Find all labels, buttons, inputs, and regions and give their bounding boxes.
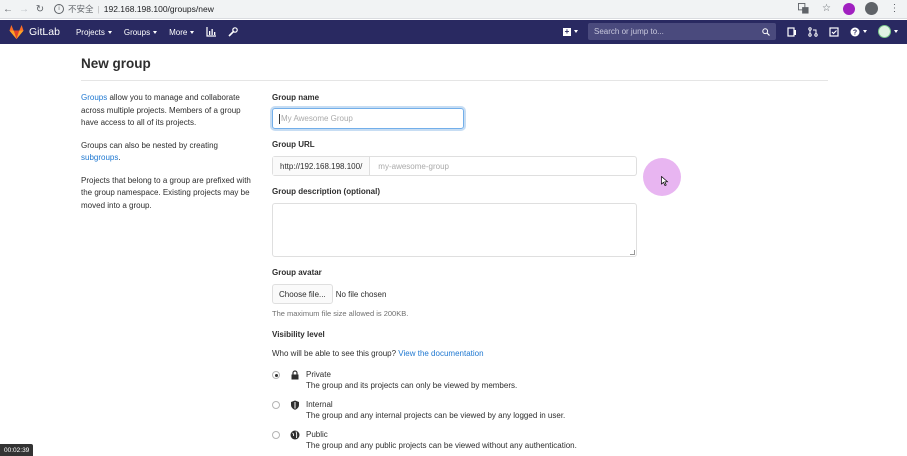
intro-text: Groups allow you to manage and collabora… — [81, 93, 251, 210]
tanuki-logo-icon — [9, 25, 24, 39]
translate-icon[interactable] — [797, 2, 810, 15]
group-name-input[interactable]: My Awesome Group — [272, 108, 464, 129]
description-label: Group description (optional) — [272, 187, 380, 196]
back-arrow-icon[interactable]: ← — [0, 4, 16, 15]
group-url-field: http://192.168.198.100/ my-awesome-group — [272, 156, 637, 176]
group-name-label: Group name — [272, 93, 320, 102]
chevron-down-icon — [894, 30, 898, 33]
private-radio[interactable] — [272, 371, 280, 379]
subgroups-link[interactable]: subgroups — [81, 153, 118, 162]
reload-icon[interactable]: ↻ — [32, 4, 48, 15]
brand-name: GitLab — [29, 26, 60, 38]
address-bar[interactable]: i 不安全 | 192.168.198.100/groups/new — [54, 3, 214, 15]
plus-icon: + — [563, 26, 571, 36]
internal-radio[interactable] — [272, 401, 280, 409]
user-menu[interactable] — [877, 25, 899, 38]
group-url-prefix: http://192.168.198.100/ — [273, 157, 371, 175]
gitlab-logo[interactable]: GitLab — [9, 25, 60, 39]
merge-requests-icon[interactable] — [807, 26, 818, 37]
chevron-down-icon — [190, 30, 195, 34]
profile-icon[interactable] — [865, 2, 878, 15]
groups-link[interactable]: Groups — [81, 93, 107, 102]
todos-icon[interactable] — [828, 26, 839, 37]
group-url-label: Group URL — [272, 140, 315, 149]
chevron-down-icon — [574, 30, 578, 33]
choose-file-button[interactable]: Choose file... — [272, 284, 333, 304]
recording-timer: 00:02:39 — [0, 444, 34, 456]
group-path-input[interactable]: my-awesome-group — [370, 157, 636, 175]
admin-wrench-icon[interactable] — [228, 27, 239, 37]
avatar-file-picker: Choose file... No file chosen — [272, 284, 386, 304]
visibility-question: Who will be able to see this group? View… — [272, 349, 484, 358]
public-radio[interactable] — [272, 431, 280, 439]
help-icon[interactable]: ? — [849, 26, 867, 37]
url-text[interactable]: 192.168.198.100/groups/new — [104, 4, 214, 14]
shield-icon — [291, 400, 299, 410]
resize-handle-icon[interactable] — [630, 250, 635, 255]
main-nav: Projects Groups More — [76, 27, 239, 37]
svg-text:?: ? — [852, 29, 856, 36]
avatar-label: Group avatar — [272, 268, 322, 277]
search-icon — [762, 27, 770, 36]
issues-icon[interactable] — [786, 26, 797, 37]
visibility-option-public[interactable]: Public The group and any public projects… — [272, 429, 577, 451]
lock-icon — [291, 370, 299, 380]
new-dropdown[interactable]: + — [563, 26, 578, 36]
avatar — [878, 25, 891, 38]
visibility-option-private[interactable]: Private The group and its projects can o… — [272, 369, 517, 391]
forward-arrow-icon[interactable]: → — [16, 4, 32, 15]
search-input[interactable]: Search or jump to... — [588, 23, 776, 40]
divider — [81, 80, 828, 81]
chevron-down-icon — [153, 30, 158, 34]
browser-toolbar: ← → ↻ i 不安全 | 192.168.198.100/groups/new… — [0, 0, 907, 19]
max-size-help: The maximum file size allowed is 200KB. — [272, 309, 409, 318]
security-label: 不安全 — [68, 4, 94, 14]
visibility-option-internal[interactable]: Internal The group and any internal proj… — [272, 399, 565, 421]
nav-projects[interactable]: Projects — [76, 28, 112, 37]
activity-chart-icon[interactable] — [206, 27, 217, 37]
gitlab-navbar: GitLab Projects Groups More + Search or … — [0, 20, 907, 44]
documentation-link[interactable]: View the documentation — [398, 349, 483, 358]
chevron-down-icon — [107, 30, 112, 34]
extension-icon[interactable] — [843, 2, 855, 15]
nav-more[interactable]: More — [169, 28, 195, 37]
description-textarea[interactable] — [272, 203, 637, 257]
info-icon[interactable]: i — [54, 4, 64, 14]
globe-icon — [290, 430, 300, 440]
bookmark-star-icon[interactable]: ☆ — [820, 2, 833, 15]
nav-groups[interactable]: Groups — [124, 28, 158, 37]
no-file-text: No file chosen — [335, 289, 387, 299]
visibility-label: Visibility level — [272, 330, 325, 339]
menu-kebab-icon[interactable]: ⋮ — [888, 2, 901, 15]
page-title: New group — [81, 56, 151, 71]
mouse-cursor-icon — [661, 176, 669, 186]
